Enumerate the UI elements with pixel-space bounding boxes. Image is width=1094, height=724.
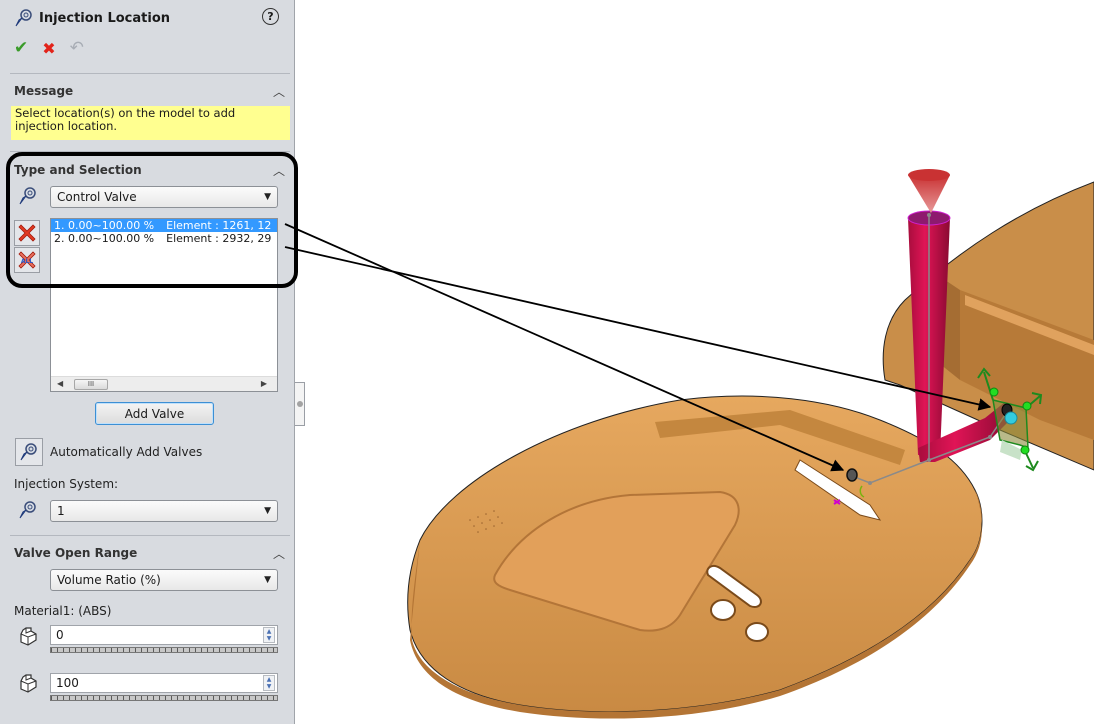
injection-system-value: 1 — [57, 504, 65, 518]
auto-add-valves-button[interactable] — [15, 438, 43, 466]
delete-all-valves-button[interactable]: ALL — [14, 247, 40, 273]
handle-node[interactable] — [1022, 401, 1032, 411]
valve-type-value: Control Valve — [57, 190, 137, 204]
ok-check-icon[interactable]: ✔ — [14, 38, 28, 58]
divider — [10, 535, 290, 536]
spinner-arrows-icon[interactable]: ▲ ▼ — [263, 675, 275, 691]
spinner-arrows-icon[interactable]: ▲ ▼ — [263, 627, 275, 643]
valve-range: 2. 0.00~100.00 % — [54, 232, 155, 245]
range-start-input[interactable]: 0 ▲ ▼ — [50, 625, 278, 645]
part-block-icon — [20, 674, 37, 693]
valve-range: 1. 0.00~100.00 % — [54, 219, 155, 232]
add-valve-button[interactable]: Add Valve — [95, 402, 214, 425]
collapse-caret-icon[interactable]: ︿ — [273, 83, 285, 100]
injection-pin-icon — [15, 9, 32, 27]
divider — [10, 151, 290, 152]
hole — [710, 599, 736, 621]
range-end-slider[interactable] — [50, 695, 278, 701]
valve-element: Element : 2932, 29 — [166, 232, 272, 245]
scroll-thumb[interactable]: III — [74, 379, 108, 390]
hole — [745, 622, 769, 642]
message-section-header[interactable]: Message — [14, 84, 73, 98]
collapse-caret-icon[interactable]: ︿ — [273, 545, 285, 562]
handle-node[interactable] — [989, 387, 999, 397]
collapse-caret-icon[interactable]: ︿ — [273, 162, 285, 179]
delete-valve-button[interactable] — [14, 220, 40, 246]
cone-top — [908, 169, 950, 181]
valve-element: Element : 1261, 12 — [166, 219, 272, 232]
cancel-x-icon[interactable]: ✖ — [42, 39, 55, 58]
range-end-value: 100 — [56, 676, 79, 690]
range-mode-value: Volume Ratio (%) — [57, 573, 161, 587]
injection-system-dropdown[interactable]: 1 ▼ — [50, 500, 278, 522]
model-viewport[interactable] — [300, 0, 1094, 724]
valve-open-range-section-header[interactable]: Valve Open Range — [14, 546, 137, 560]
type-selection-section-header[interactable]: Type and Selection — [14, 163, 142, 177]
chevron-down-icon: ▼ — [264, 506, 271, 516]
valve-type-dropdown[interactable]: Control Valve ▼ — [50, 186, 278, 208]
injection-pin-icon — [20, 443, 37, 461]
chevron-down-icon: ▼ — [264, 192, 271, 202]
svg-text:ALL: ALL — [21, 258, 33, 265]
handle-node[interactable] — [1020, 445, 1030, 455]
scroll-right-icon[interactable]: ▶ — [261, 379, 267, 388]
property-manager-panel: Injection Location ? ✔ ✖ ↶ Message ︿ Sel… — [0, 0, 295, 724]
part-block-icon — [20, 627, 37, 646]
injection-pin-icon — [19, 187, 36, 205]
delete-x-icon — [18, 224, 36, 242]
material-label: Material1: (ABS) — [14, 604, 112, 618]
front-part[interactable] — [407, 395, 983, 719]
divider — [10, 73, 290, 74]
range-start-slider[interactable] — [50, 647, 278, 653]
list-item[interactable]: 2. 0.00~100.00 % Element : 2932, 29 — [51, 232, 277, 245]
horizontal-scrollbar[interactable]: ◀ III ▶ — [51, 376, 277, 391]
valve-list[interactable]: 1. 0.00~100.00 % Element : 1261, 12 2. 0… — [50, 218, 278, 392]
chevron-down-icon: ▼ — [264, 575, 271, 585]
auto-add-valves-label[interactable]: Automatically Add Valves — [50, 445, 202, 459]
help-icon[interactable]: ? — [262, 8, 279, 25]
panel-title: Injection Location — [39, 10, 171, 26]
gate-point[interactable] — [846, 468, 858, 482]
list-item[interactable]: 1. 0.00~100.00 % Element : 1261, 12 — [51, 219, 277, 232]
injection-pin-icon — [19, 501, 36, 519]
range-mode-dropdown[interactable]: Volume Ratio (%) ▼ — [50, 569, 278, 591]
undo-icon[interactable]: ↶ — [70, 38, 84, 58]
gate-tip[interactable] — [1004, 411, 1018, 425]
scroll-left-icon[interactable]: ◀ — [57, 379, 63, 388]
action-bar: ✔ ✖ ↶ — [14, 38, 84, 58]
injection-system-label: Injection System: — [14, 477, 119, 491]
delete-all-icon: ALL — [18, 251, 36, 269]
message-text: Select location(s) on the model to add i… — [11, 106, 290, 140]
range-end-input[interactable]: 100 ▲ ▼ — [50, 673, 278, 693]
panel-header: Injection Location — [14, 8, 170, 28]
range-start-value: 0 — [56, 628, 64, 642]
